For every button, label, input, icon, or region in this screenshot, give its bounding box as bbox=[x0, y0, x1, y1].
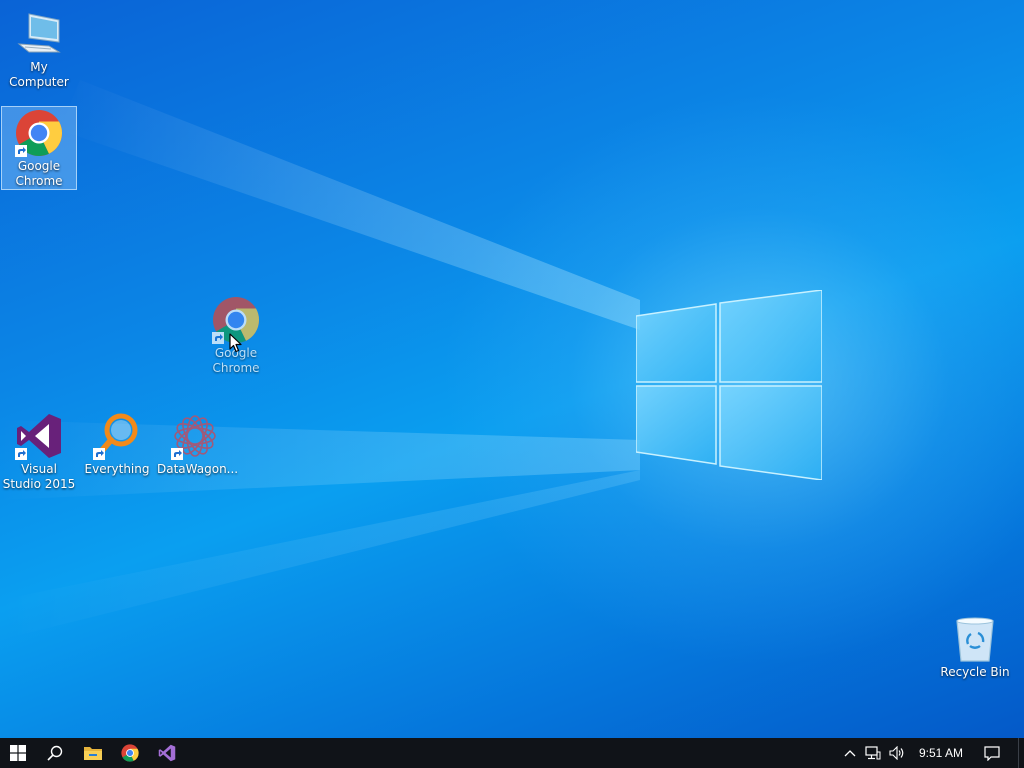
desktop[interactable]: My Computer Google Chrome Google Chrome … bbox=[0, 0, 1024, 738]
taskbar-clock[interactable]: 9:51 AM bbox=[912, 738, 970, 768]
network-button[interactable] bbox=[862, 738, 884, 768]
desktop-icon-recycle-bin[interactable]: Recycle Bin bbox=[937, 613, 1013, 680]
action-center-button[interactable] bbox=[980, 738, 1004, 768]
shortcut-arrow-icon bbox=[93, 448, 105, 460]
recycle-bin-icon bbox=[951, 615, 999, 663]
datawagon-icon bbox=[171, 412, 219, 460]
shortcut-arrow-icon bbox=[15, 145, 27, 157]
search-icon bbox=[47, 745, 63, 761]
file-explorer-icon bbox=[84, 747, 102, 760]
shortcut-arrow-icon bbox=[15, 448, 27, 460]
taskbar-visual-studio[interactable] bbox=[149, 738, 185, 768]
chrome-icon bbox=[15, 109, 63, 157]
visual-studio-icon bbox=[15, 412, 63, 460]
network-icon bbox=[865, 746, 881, 760]
visual-studio-icon bbox=[158, 744, 176, 762]
taskbar-file-explorer[interactable] bbox=[75, 738, 111, 768]
taskbar: 9:51 AM bbox=[0, 738, 1024, 768]
start-button[interactable] bbox=[0, 738, 36, 768]
desktop-icon-datawagon[interactable]: DataWagon... bbox=[157, 410, 239, 477]
search-button[interactable] bbox=[37, 738, 73, 768]
show-hidden-icons-button[interactable] bbox=[840, 738, 860, 768]
shortcut-arrow-icon bbox=[171, 448, 183, 460]
desktop-icon-visual-studio-2015[interactable]: Visual Studio 2015 bbox=[1, 410, 77, 492]
volume-icon bbox=[889, 746, 904, 760]
desktop-icon-label: DataWagon... bbox=[157, 462, 239, 476]
chevron-up-icon bbox=[844, 750, 856, 757]
everything-search-icon bbox=[93, 412, 141, 460]
shortcut-arrow-icon bbox=[212, 332, 224, 344]
taskbar-google-chrome[interactable] bbox=[112, 738, 148, 768]
desktop-icon-label: My Computer bbox=[9, 60, 69, 89]
computer-icon bbox=[15, 10, 63, 58]
desktop-icon-everything[interactable]: Everything bbox=[79, 410, 155, 477]
action-center-icon bbox=[984, 746, 1000, 761]
chrome-icon bbox=[121, 744, 139, 762]
show-desktop-button[interactable] bbox=[1018, 738, 1024, 768]
mouse-cursor-icon bbox=[229, 333, 242, 353]
desktop-icon-label: Visual Studio 2015 bbox=[2, 462, 76, 491]
wallpaper-light-beams bbox=[0, 80, 640, 640]
desktop-icon-google-chrome[interactable]: Google Chrome bbox=[1, 106, 77, 190]
windows-start-icon bbox=[10, 745, 26, 761]
windows-logo-wallpaper bbox=[636, 290, 822, 480]
desktop-icon-my-computer[interactable]: My Computer bbox=[1, 8, 77, 90]
volume-button[interactable] bbox=[886, 738, 908, 768]
desktop-icon-label: Google Chrome bbox=[15, 159, 63, 188]
desktop-icon-label: Everything bbox=[84, 462, 150, 476]
desktop-icon-label: Recycle Bin bbox=[940, 665, 1010, 679]
